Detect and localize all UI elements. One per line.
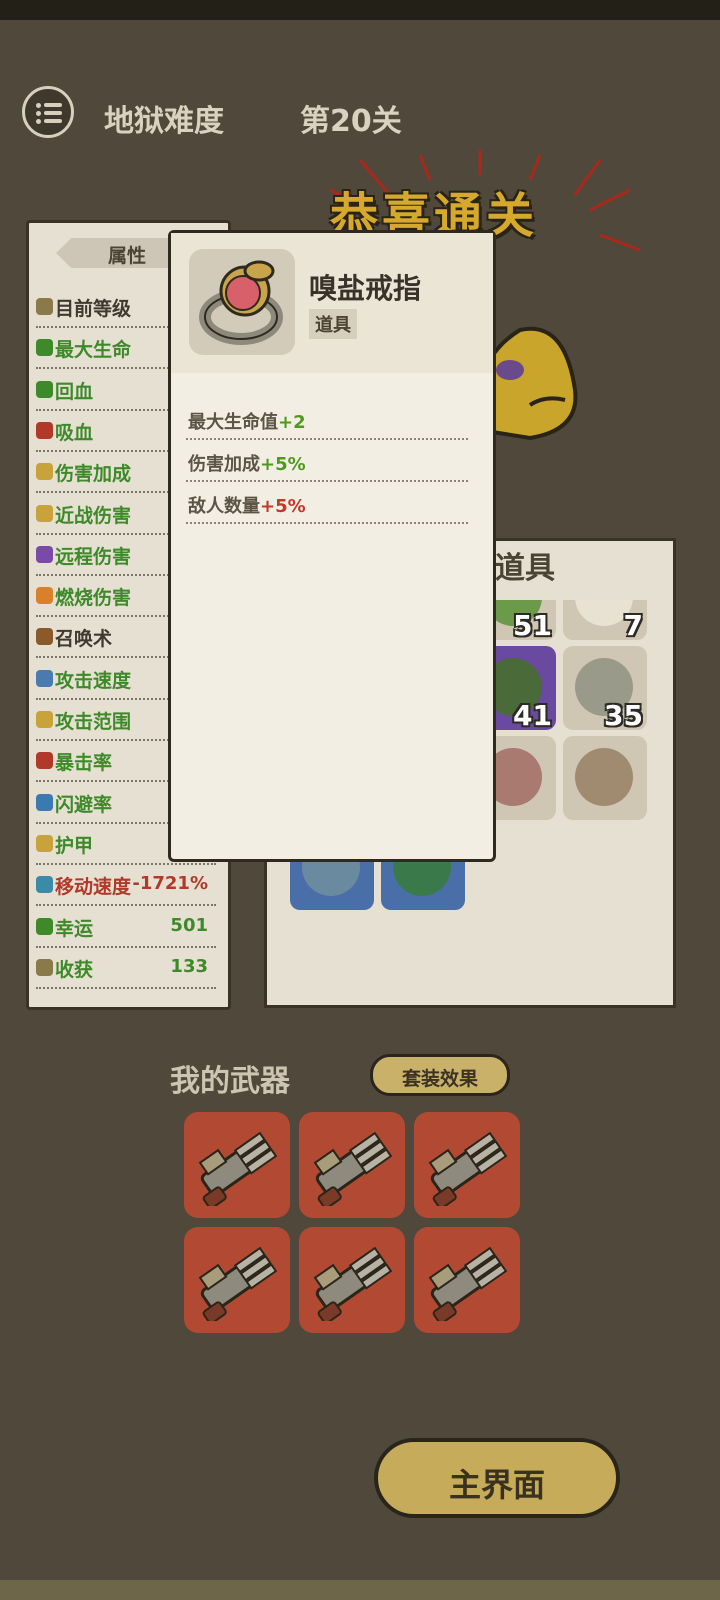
items-title: 道具	[495, 551, 555, 586]
item-slot[interactable]	[563, 736, 647, 820]
item-count: 35	[604, 699, 643, 732]
attribute-name: 吸血	[55, 421, 94, 444]
weapons-title: 我的武器	[170, 1064, 290, 1099]
attribute-name: 攻击速度	[55, 669, 132, 692]
attribute-value: 133	[170, 955, 208, 977]
helmet-icon	[36, 298, 53, 315]
stat-value: +5%	[260, 454, 306, 475]
attribute-name: 召唤术	[55, 628, 113, 651]
minigun-icon	[198, 1131, 278, 1206]
stat-label: 敌人数量	[188, 496, 260, 517]
attributes-tab[interactable]: 属性	[56, 238, 184, 268]
attribute-name: 最大生命	[55, 339, 132, 362]
item-slot[interactable]: 7	[563, 600, 647, 642]
summon-icon	[36, 628, 53, 646]
weapon-slot[interactable]	[414, 1227, 520, 1333]
ring-icon	[189, 249, 295, 355]
plus-icon	[36, 380, 53, 398]
weapon-slot[interactable]	[184, 1112, 290, 1218]
harvest-icon	[36, 958, 53, 976]
item-count: 41	[513, 699, 552, 732]
weapon-slot[interactable]	[184, 1227, 290, 1333]
item-count: 51	[513, 609, 552, 642]
attribute-name: 护甲	[55, 834, 94, 857]
fist-icon	[36, 463, 53, 481]
attribute-name: 闪避率	[55, 793, 113, 816]
attribute-row: 移动速度 -1721%	[36, 864, 216, 907]
tooltip-item-name: 嗅盐戒指	[309, 272, 422, 305]
minigun-icon	[313, 1246, 393, 1321]
level-label: 第20关	[300, 104, 402, 139]
attribute-value: 501	[170, 914, 208, 936]
stat-value: +5%	[260, 496, 306, 517]
attribute-name: 幸运	[55, 917, 94, 940]
main-menu-button[interactable]: 主界面	[374, 1438, 620, 1518]
difficulty-label: 地狱难度	[104, 104, 224, 139]
weapon-slot[interactable]	[299, 1112, 405, 1218]
bottom-band	[0, 1580, 720, 1600]
attribute-name: 暴击率	[55, 752, 113, 775]
set-effect-button[interactable]: 套装效果	[370, 1054, 510, 1096]
attribute-name: 收获	[55, 958, 94, 981]
top-band	[0, 0, 720, 20]
stat-label: 最大生命值	[188, 412, 278, 433]
minigun-icon	[428, 1131, 508, 1206]
attribute-value: -1721%	[132, 873, 208, 895]
shield-icon	[36, 834, 53, 852]
attribute-name: 目前等级	[55, 298, 132, 320]
crit-icon	[36, 752, 53, 770]
item-count: 7	[623, 609, 643, 642]
tooltip-stat: 伤害加成+5%	[186, 440, 468, 482]
blood-drop-icon	[36, 421, 53, 439]
hourglass-icon	[36, 669, 53, 687]
sword-icon	[36, 504, 53, 522]
weapon-slot[interactable]	[299, 1227, 405, 1333]
attribute-name: 攻击范围	[55, 711, 132, 733]
minigun-icon	[313, 1131, 393, 1206]
attribute-row: 收获 133	[36, 947, 216, 989]
tooltip-stat: 敌人数量+5%	[186, 482, 468, 524]
clover-icon	[36, 917, 53, 935]
stat-value: +2	[278, 412, 306, 433]
attribute-name: 远程伤害	[55, 545, 132, 568]
worm-icon	[575, 748, 633, 806]
flame-icon	[36, 587, 53, 605]
stat-label: 伤害加成	[188, 454, 260, 475]
tooltip-item-type: 道具	[309, 309, 357, 339]
dodge-icon	[36, 793, 53, 811]
attribute-name: 移动速度	[55, 876, 132, 899]
menu-button[interactable]	[22, 86, 74, 138]
attribute-name: 近战伤害	[55, 504, 132, 527]
tooltip-stat: 最大生命值+2	[186, 398, 468, 440]
attribute-name: 伤害加成	[55, 463, 132, 486]
attribute-name: 回血	[55, 380, 94, 403]
minigun-icon	[198, 1246, 278, 1321]
attribute-name: 燃烧伤害	[55, 587, 132, 610]
heart-icon	[36, 339, 53, 357]
attribute-row: 幸运 501	[36, 906, 216, 948]
bow-icon	[36, 545, 53, 563]
item-tooltip: 嗅盐戒指 道具 最大生命值+2 伤害加成+5% 敌人数量+5%	[168, 230, 496, 862]
boot-icon	[36, 876, 53, 894]
weapon-slot[interactable]	[414, 1112, 520, 1218]
minigun-icon	[428, 1246, 508, 1321]
range-icon	[36, 711, 53, 728]
item-slot[interactable]: 35	[563, 646, 647, 732]
